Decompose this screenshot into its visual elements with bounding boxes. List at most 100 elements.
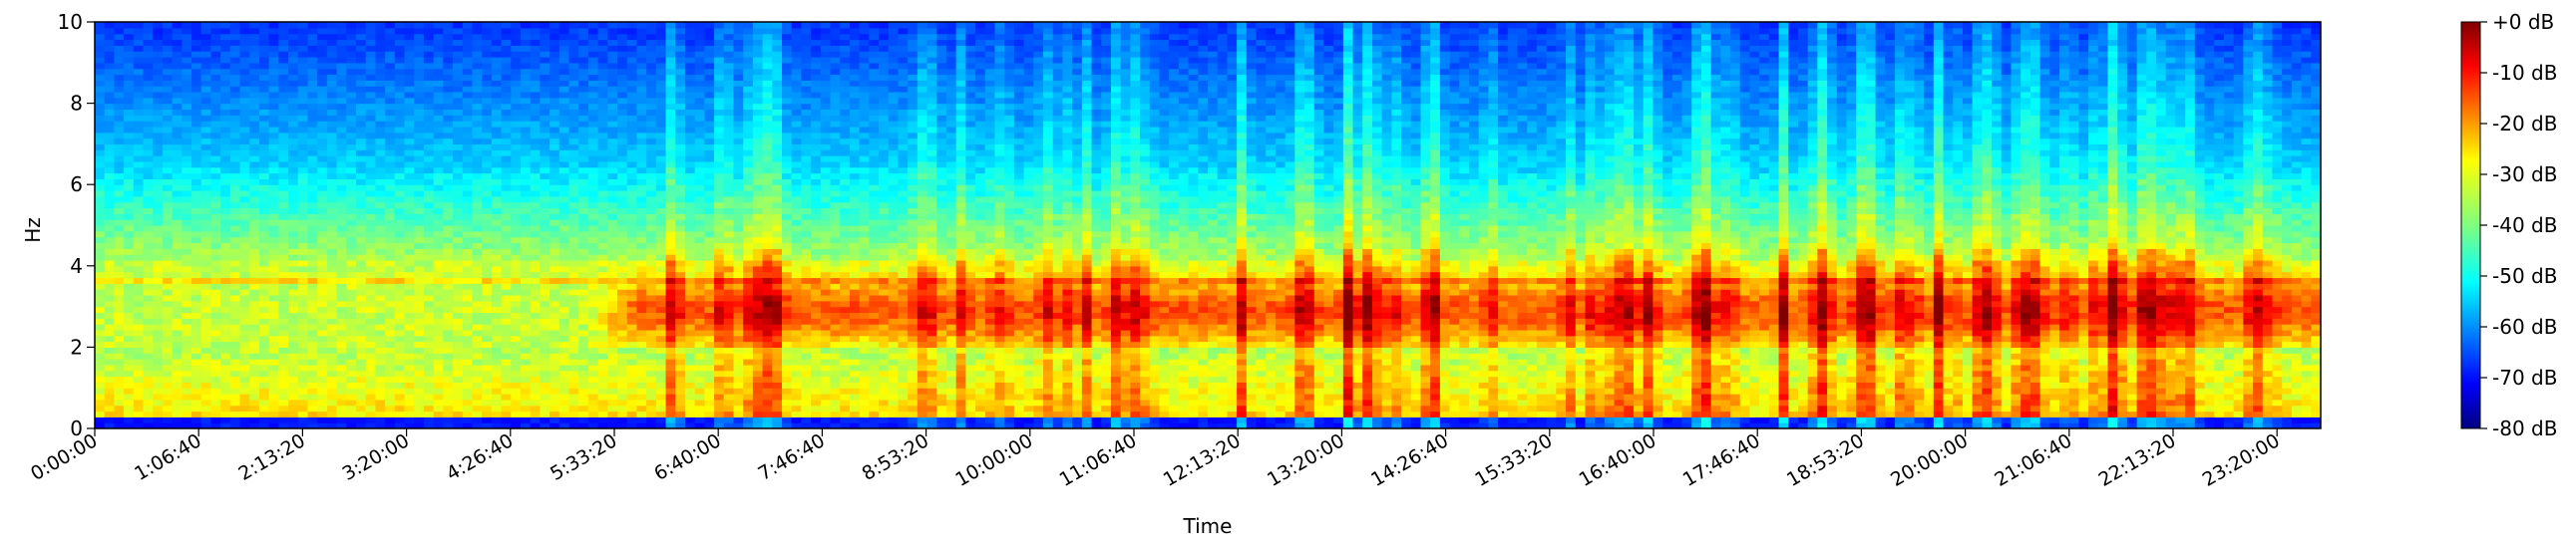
heatmap-cell xyxy=(229,33,241,41)
heatmap-cell xyxy=(95,62,106,70)
heatmap-cell xyxy=(200,56,212,64)
heatmap-cell xyxy=(210,132,221,139)
heatmap-cell xyxy=(249,370,260,378)
heatmap-cell xyxy=(200,149,212,156)
heatmap-cell xyxy=(540,225,551,232)
heatmap-cell xyxy=(124,359,135,366)
heatmap-cell xyxy=(587,51,599,58)
heatmap-cell xyxy=(462,178,474,185)
heatmap-cell xyxy=(414,248,425,255)
heatmap-cell xyxy=(568,242,579,249)
heatmap-cell xyxy=(675,62,686,70)
heatmap-cell xyxy=(182,97,192,105)
heatmap-cell xyxy=(114,74,125,81)
heatmap-cell xyxy=(104,68,115,76)
heatmap-cell xyxy=(665,184,676,191)
heatmap-cell xyxy=(453,341,464,348)
heatmap-cell xyxy=(772,56,783,64)
heatmap-cell xyxy=(153,80,164,87)
heatmap-cell xyxy=(104,97,115,105)
heatmap-cell xyxy=(385,126,396,134)
heatmap-cell xyxy=(675,329,686,337)
heatmap-cell xyxy=(317,45,328,52)
heatmap-cell xyxy=(258,109,270,116)
heatmap-cell xyxy=(220,289,231,296)
heatmap-cell xyxy=(220,121,231,128)
heatmap-cell xyxy=(191,265,202,273)
heatmap-cell xyxy=(511,195,522,203)
heatmap-cell xyxy=(95,190,106,197)
heatmap-cell xyxy=(297,219,309,226)
heatmap-cell xyxy=(278,219,289,226)
heatmap-cell xyxy=(326,312,338,319)
heatmap-cell xyxy=(762,97,773,105)
heatmap-cell xyxy=(511,370,522,378)
heatmap-cell xyxy=(249,132,260,139)
heatmap-cell xyxy=(607,341,618,348)
heatmap-cell xyxy=(550,207,560,214)
heatmap-cell xyxy=(665,312,676,319)
heatmap-cell xyxy=(511,172,522,179)
heatmap-cell xyxy=(462,376,474,383)
heatmap-cell xyxy=(162,74,174,81)
heatmap-cell xyxy=(95,195,106,203)
heatmap-cell xyxy=(511,388,522,395)
heatmap-cell xyxy=(578,376,589,383)
heatmap-cell xyxy=(704,51,715,58)
heatmap-cell xyxy=(511,56,522,64)
heatmap-cell xyxy=(636,33,647,41)
heatmap-cell xyxy=(762,225,773,232)
heatmap-cell xyxy=(617,318,628,325)
heatmap-cell xyxy=(249,312,260,319)
heatmap-cell xyxy=(95,143,106,150)
heatmap-cell xyxy=(394,230,406,238)
heatmap-cell xyxy=(385,27,396,35)
heatmap-cell xyxy=(520,149,532,156)
heatmap-cell xyxy=(133,219,145,226)
heatmap-cell xyxy=(665,394,676,401)
heatmap-cell xyxy=(278,195,289,203)
heatmap-cell xyxy=(578,236,589,244)
heatmap-cell xyxy=(172,138,183,144)
heatmap-cell xyxy=(346,416,357,423)
heatmap-cell xyxy=(404,143,415,150)
heatmap-cell xyxy=(104,359,115,366)
heatmap-cell xyxy=(684,416,696,423)
heatmap-cell xyxy=(239,306,250,314)
heatmap-cell xyxy=(597,259,608,267)
heatmap-cell xyxy=(200,213,212,220)
heatmap-cell xyxy=(326,405,338,413)
heatmap-cell xyxy=(655,121,667,128)
heatmap-cell xyxy=(597,359,608,366)
heatmap-cell xyxy=(520,45,532,52)
heatmap-cell xyxy=(520,329,532,337)
heatmap-cell xyxy=(453,155,464,162)
heatmap-cell xyxy=(558,382,570,389)
heatmap-cell xyxy=(762,33,773,41)
heatmap-cell xyxy=(723,51,735,58)
heatmap-cell xyxy=(762,399,773,407)
heatmap-cell xyxy=(375,271,386,279)
heatmap-cell xyxy=(704,405,715,413)
heatmap-cell xyxy=(220,155,231,162)
heatmap-cell xyxy=(762,143,773,150)
heatmap-cell xyxy=(675,115,686,122)
heatmap-cell xyxy=(375,27,386,35)
heatmap-cell xyxy=(133,56,145,64)
heatmap-cell xyxy=(578,121,589,128)
heatmap-cell xyxy=(491,294,503,302)
heatmap-cell xyxy=(443,411,454,417)
heatmap-cell xyxy=(268,172,279,179)
heatmap-cell xyxy=(752,155,764,162)
heatmap-cell xyxy=(385,132,396,139)
heatmap-cell xyxy=(530,39,541,46)
heatmap-cell xyxy=(307,138,318,144)
heatmap-cell xyxy=(646,109,657,116)
heatmap-cell xyxy=(297,56,309,64)
heatmap-cell xyxy=(365,80,377,87)
heatmap-cell xyxy=(597,405,608,413)
heatmap-cell xyxy=(433,126,444,134)
heatmap-cell xyxy=(540,45,551,52)
heatmap-cell xyxy=(336,62,347,70)
heatmap-cell xyxy=(617,155,628,162)
